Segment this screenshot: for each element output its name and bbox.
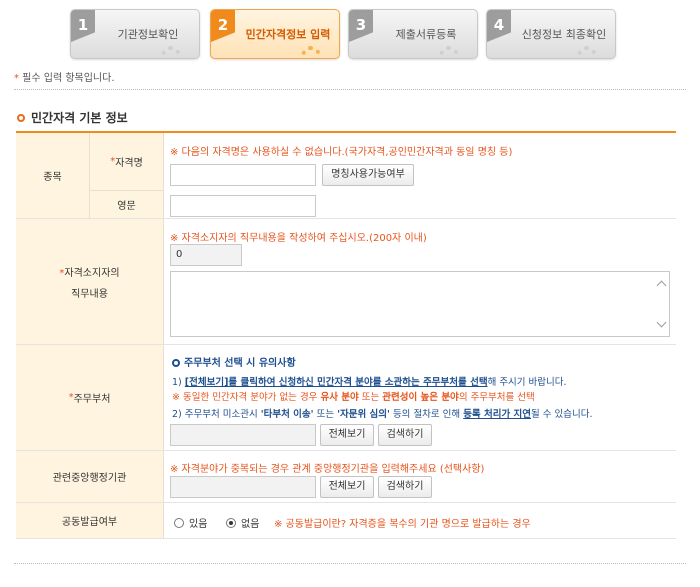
row-related-agency: 관련중앙행정기관 ※ 자격분야가 중복되는 경우 관계 중앙행정기관을 입력해주… [16, 451, 676, 503]
caution-line-3: 2) 주무부처 미소관시 '타부처 이송' 또는 '자문위 심의' 등의 절차로… [172, 406, 592, 420]
caution-line-3-b2: '자문위 심의' [337, 409, 390, 420]
row-jongmok: 종목 * 자격명 영문 ※ 다음의 자격명은 사용하실 수 없습니다.(국가자격,… [16, 133, 676, 219]
label-duty-line1: 자격소지자의 [64, 267, 120, 279]
row-ministry: * 주무부처 주무부처 선택 시 유의사항 1) [전체보기]를 클릭하여 신청하… [16, 345, 676, 451]
related-agency-view-all-button[interactable]: 전체보기 [320, 476, 374, 498]
joint-issuance-note: ※ 공동발급이란? 자격증을 복수의 기관 명으로 발급하는 경우 [274, 519, 531, 530]
caution-line-3-pre: 2) 주무부처 미소관시 [172, 409, 261, 420]
gear-icon [439, 46, 459, 58]
divider [14, 563, 686, 564]
label-joint-issuance: 공동발급여부 [16, 503, 164, 538]
radio-no-label: 없음 [241, 519, 260, 530]
caution-line-2-b1: 유사 분야 [320, 392, 359, 403]
step-4-label: 신청정보 최종확인 [521, 28, 607, 41]
required-note: * 필수 입력 항목입니다. [14, 69, 115, 84]
label-related-agency: 관련중앙행정기관 [16, 451, 164, 502]
caution-line-2-b2: 관련성이 높은 분야 [382, 392, 459, 403]
radio-yes-label: 있음 [189, 519, 208, 530]
radio-yes[interactable]: 있음 [174, 515, 207, 530]
label-ministry-text: 주무부처 [73, 394, 111, 405]
duty-textarea[interactable] [170, 271, 670, 337]
related-agency-search-button[interactable]: 검색하기 [378, 476, 432, 498]
cell-related-agency: ※ 자격분야가 중복되는 경우 관계 중앙행정기관을 입력해주세요 (선택사항)… [164, 451, 676, 502]
step-2-label: 민간자격정보 입력 [245, 28, 331, 41]
bullet-icon [17, 114, 25, 122]
gear-icon [301, 46, 321, 58]
label-name: * 자격명 [90, 133, 164, 191]
name-note: ※ 다음의 자격명은 사용하실 수 없습니다.(국가자격,공인민간자격과 동일 … [170, 147, 513, 158]
caution-line-1: 1) [전체보기]를 클릭하여 신청하신 민간자격 분야를 소관하는 주무부처를… [172, 374, 567, 388]
label-english: 영문 [90, 191, 164, 218]
step-1-number: 1 [71, 10, 95, 42]
step-3-label: 제출서류등록 [395, 28, 457, 41]
gear-icon [161, 46, 181, 58]
caution-line-3-post: 될 수 있습니다. [530, 409, 593, 420]
related-agency-input[interactable] [170, 476, 316, 498]
label-ministry: * 주무부처 [16, 345, 164, 450]
view-all-guide-link[interactable]: [전체보기]를 클릭하여 신청하신 민간자격 분야를 소관하는 주무부처를 선택 [185, 377, 488, 388]
row-joint-issuance: 공동발급여부 있음 없음 ※ 공동발급이란? 자격증을 복수의 기관 명으로 발… [16, 503, 676, 539]
caution-line-3-mid1: 또는 [313, 409, 338, 420]
row-duty: *자격소지자의 직무내용 ※ 자격소지자의 직무내용을 작성하여 주십시오.(2… [16, 219, 676, 345]
related-agency-note: ※ 자격분야가 중복되는 경우 관계 중앙행정기관을 입력해주세요 (선택사항) [170, 464, 485, 475]
divider [14, 89, 686, 90]
section-title: 민간자격 기본 정보 [17, 109, 128, 126]
caution-line-3-mid2: 등의 절차로 인해 [389, 409, 464, 420]
step-2: 2 민간자격정보 입력 [210, 9, 340, 59]
english-name-input[interactable] [170, 195, 316, 217]
step-progress: 1 기관정보확인 2 민간자격정보 입력 3 제출서류등록 4 신청정보 최종확… [70, 9, 630, 59]
delay-link: 등록 처리가 지연 [463, 409, 531, 420]
step-1-label: 기관정보확인 [117, 28, 179, 41]
caution-line-2-mid: 또는 [358, 392, 383, 403]
duty-char-count: 0 [170, 244, 242, 266]
caution-line-3-b1: '타부처 이송' [260, 409, 314, 420]
caution-title: 주무부처 선택 시 유의사항 [172, 354, 296, 369]
ministry-view-all-button[interactable]: 전체보기 [320, 424, 374, 446]
name-check-button[interactable]: 명칭사용가능여부 [322, 164, 414, 186]
gear-icon [577, 46, 597, 58]
cell-name: ※ 다음의 자격명은 사용하실 수 없습니다.(국가자격,공인민간자격과 동일 … [164, 133, 676, 218]
label-name-text: 자격명 [115, 158, 143, 169]
circle-icon [172, 359, 180, 367]
step-4-number: 4 [487, 10, 511, 42]
label-jongmok: 종목 [16, 133, 90, 218]
label-duty: *자격소지자의 직무내용 [16, 219, 164, 344]
step-4: 4 신청정보 최종확인 [486, 9, 616, 59]
textarea-scrollbar[interactable] [655, 272, 669, 336]
step-1: 1 기관정보확인 [70, 9, 200, 59]
label-duty-line2: 직무내용 [71, 288, 108, 300]
section-title-text: 민간자격 기본 정보 [31, 111, 128, 125]
caution-line-2-pre: ※ 동일한 민간자격 분야가 없는 경우 [172, 392, 321, 403]
required-note-text: 필수 입력 항목입니다. [19, 73, 115, 84]
ministry-input[interactable] [170, 424, 316, 446]
ministry-search-button[interactable]: 검색하기 [378, 424, 432, 446]
cell-duty: ※ 자격소지자의 직무내용을 작성하여 주십시오.(200자 이내) 0 [164, 219, 676, 344]
chevron-down-icon[interactable] [656, 317, 667, 328]
caution-line-1-pre: 1) [172, 377, 185, 388]
caution-line-2: ※ 동일한 민간자격 분야가 없는 경우 유사 분야 또는 관련성이 높은 분야… [172, 389, 535, 403]
radio-circle-icon[interactable] [174, 517, 184, 528]
caution-title-text: 주무부처 선택 시 유의사항 [184, 358, 296, 369]
caution-line-2-post: 의 주무부처를 선택 [458, 392, 535, 403]
radio-no[interactable]: 없음 [226, 515, 259, 530]
chevron-up-icon[interactable] [656, 280, 667, 291]
cell-joint-issuance: 있음 없음 ※ 공동발급이란? 자격증을 복수의 기관 명으로 발급하는 경우 [164, 503, 676, 538]
step-3: 3 제출서류등록 [348, 9, 478, 59]
duty-note: ※ 자격소지자의 직무내용을 작성하여 주십시오.(200자 이내) [170, 233, 427, 244]
step-3-number: 3 [349, 10, 373, 42]
cell-ministry: 주무부처 선택 시 유의사항 1) [전체보기]를 클릭하여 신청하신 민간자격… [164, 345, 676, 450]
name-input[interactable] [170, 164, 316, 186]
step-2-number: 2 [211, 10, 235, 42]
caution-line-1-post: 해 주시기 바랍니다. [487, 377, 567, 388]
radio-selected-icon[interactable] [226, 517, 236, 528]
qualification-form: 종목 * 자격명 영문 ※ 다음의 자격명은 사용하실 수 없습니다.(국가자격,… [16, 131, 676, 539]
